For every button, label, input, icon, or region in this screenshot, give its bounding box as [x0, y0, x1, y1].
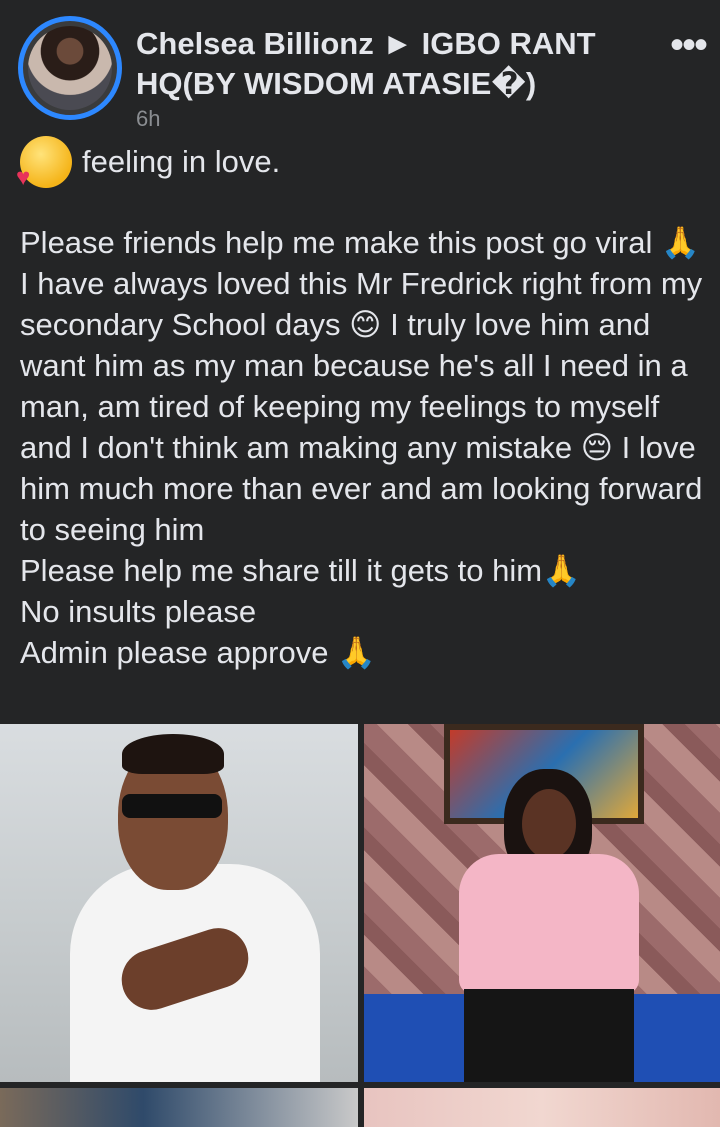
photo-thumbnail-3[interactable] — [0, 1088, 358, 1127]
post-timestamp[interactable]: 6h — [136, 106, 160, 132]
pink-top — [459, 854, 639, 994]
more-horizontal-icon[interactable]: ••• — [670, 25, 708, 65]
post-body: Please friends help me make this post go… — [20, 222, 710, 673]
photo-man-white-shirt[interactable] — [0, 724, 358, 1082]
post-header: Chelsea Billionz ► IGBO RANT HQ(BY WISDO… — [0, 0, 720, 140]
photo-grid — [0, 724, 720, 1127]
sunglasses — [122, 794, 222, 818]
post-paragraph: Please friends help me make this post go… — [20, 225, 703, 547]
photo-thumbnail-4[interactable] — [364, 1088, 720, 1127]
feeling-activity: feeling in love. — [16, 136, 281, 192]
post-paragraph: Admin please approve 🙏 — [20, 635, 376, 670]
woman-face — [522, 789, 576, 859]
in-love-emoji-icon — [16, 136, 72, 192]
feeling-label: feeling in love. — [82, 144, 281, 179]
black-pants — [464, 989, 634, 1082]
avatar[interactable] — [18, 16, 122, 120]
post-paragraph: No insults please — [20, 594, 257, 629]
avatar-image — [28, 26, 112, 110]
post-paragraph: Please help me share till it gets to him… — [20, 553, 581, 588]
photo-woman-pink-top[interactable] — [364, 724, 720, 1082]
man-hair — [122, 734, 224, 774]
author-name[interactable]: Chelsea Billionz ► IGBO RANT HQ(BY WISDO… — [136, 24, 656, 104]
